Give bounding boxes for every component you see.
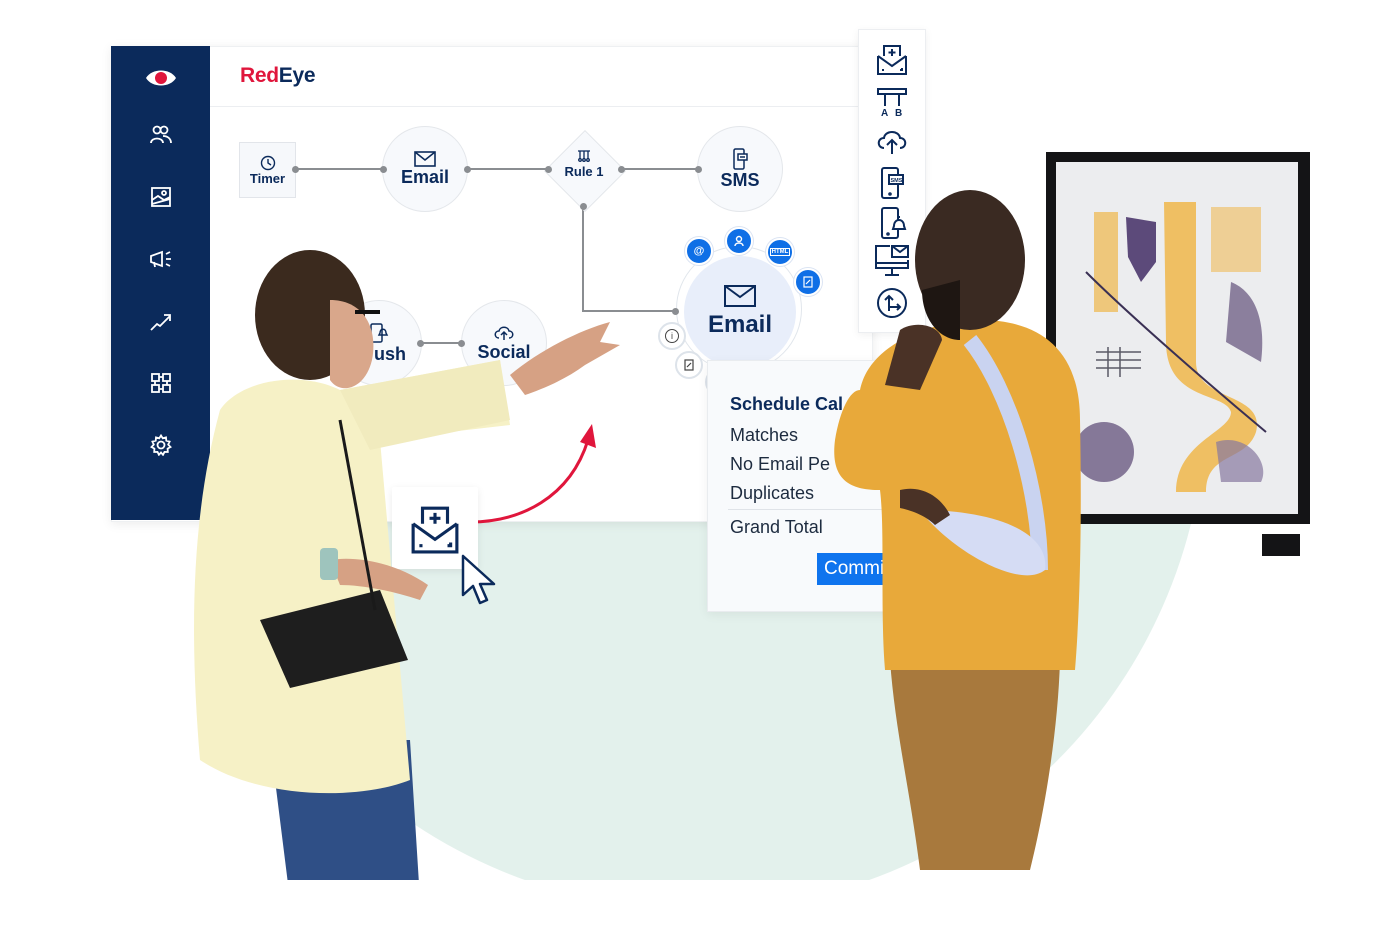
bottom-mask (0, 880, 1392, 936)
artwork-canvas (1056, 162, 1298, 514)
port-dot[interactable] (464, 166, 471, 173)
node-label: Email (400, 166, 450, 187)
social-upload-tool[interactable] (859, 128, 925, 156)
port-dot[interactable] (672, 308, 679, 315)
info-icon: i (665, 329, 679, 343)
add-email-tool[interactable] (859, 44, 925, 76)
brand-logo-eye: Eye (278, 64, 316, 87)
envelope-icon (414, 150, 436, 167)
envelope-icon (724, 285, 756, 307)
phone-sms-icon (733, 147, 748, 170)
edit-doc-icon (803, 276, 813, 288)
panel-row-grand-total: Grand Total (730, 517, 823, 537)
ab-split-icon: AB (877, 88, 907, 118)
wall-fixture (1262, 534, 1300, 556)
port-dot[interactable] (580, 203, 587, 210)
node-label: Rule 1 (564, 164, 604, 179)
eye-logo-icon[interactable] (111, 66, 210, 90)
port-dot[interactable] (545, 166, 552, 173)
port-dot[interactable] (618, 166, 625, 173)
cloud-upload-icon (877, 131, 907, 154)
port-dot[interactable] (380, 166, 387, 173)
svg-text:B: B (895, 108, 902, 118)
person-woman (180, 240, 630, 900)
clock-icon (260, 155, 275, 170)
workflow-node-email[interactable]: Email (382, 126, 468, 212)
panel-row-no-email: No Email Pe (730, 454, 831, 474)
connector-email-rule (466, 168, 548, 170)
connector-timer-email (295, 168, 383, 170)
ab-split-tool[interactable]: AB (859, 86, 925, 118)
connector-rule-sms (620, 168, 698, 170)
panel-title: Schedule Cal (730, 394, 844, 414)
workflow-node-rule-label-wrap: Rule 1 (550, 150, 618, 179)
workflow-node-timer[interactable]: Timer (239, 142, 296, 198)
port-dot[interactable] (292, 166, 299, 173)
port-dot[interactable] (695, 166, 702, 173)
node-label: Timer (249, 170, 286, 186)
at-sign-icon: @ (693, 245, 705, 257)
brand-logo-red: Red (240, 64, 279, 87)
header-divider (210, 106, 860, 107)
info-button[interactable]: i (658, 322, 686, 350)
html-icon: HTML (769, 248, 791, 256)
note-icon (684, 359, 694, 371)
svg-text:A: A (881, 108, 888, 118)
workflow-node-email-selected[interactable]: Email (684, 256, 796, 368)
node-label: SMS (720, 169, 760, 190)
add-email-icon (877, 45, 907, 75)
edit-doc-button[interactable] (794, 268, 822, 296)
node-label: Email (707, 311, 773, 338)
workflow-node-sms[interactable]: SMS (697, 126, 783, 212)
svg-text:SMS: SMS (891, 178, 903, 184)
person-button[interactable] (725, 227, 753, 255)
image-template-icon[interactable] (111, 186, 210, 208)
panel-row-matches: Matches (730, 425, 799, 445)
at-sign-button[interactable]: @ (685, 237, 713, 265)
brand-logo: RedEye (240, 64, 316, 88)
html-button[interactable]: HTML (766, 238, 794, 266)
note-button[interactable] (675, 351, 703, 379)
split-rule-icon (578, 150, 590, 162)
person-man (830, 190, 1090, 870)
person-icon (734, 235, 744, 247)
users-icon[interactable] (111, 124, 210, 146)
panel-row-duplicates: Duplicates (730, 483, 815, 503)
